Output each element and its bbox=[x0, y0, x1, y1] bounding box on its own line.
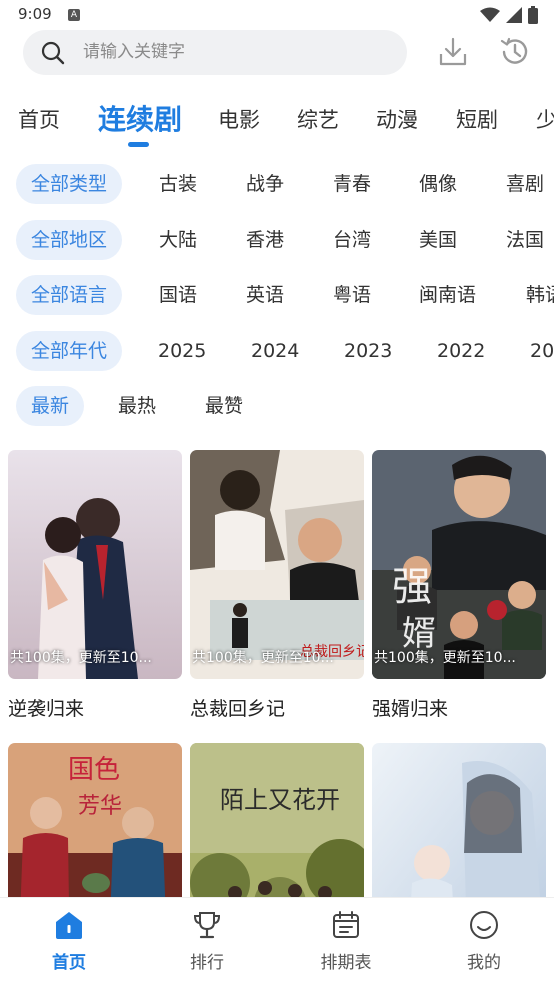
filter-chip[interactable]: 全部语言 bbox=[16, 275, 123, 315]
filter-chip[interactable]: 偶像 bbox=[419, 164, 457, 204]
filter-chip[interactable]: 2022 bbox=[437, 331, 485, 371]
sort-chip[interactable]: 最热 bbox=[118, 386, 156, 426]
filter-chip[interactable]: 2021 bbox=[530, 331, 554, 371]
sort-chip[interactable]: 最新 bbox=[16, 386, 85, 426]
card-title: 逆袭归来 bbox=[8, 698, 85, 720]
history-icon[interactable] bbox=[498, 35, 532, 69]
filter-chip[interactable]: 闽南语 bbox=[419, 275, 476, 315]
episode-count: 共100集，更新至10... bbox=[192, 650, 334, 666]
notification-icon: A bbox=[68, 9, 80, 21]
filter-chip[interactable]: 大陆 bbox=[159, 220, 197, 260]
filter-row-sort: 最新 最热 最赞 bbox=[0, 386, 554, 428]
tab-kids[interactable]: 少儿 bbox=[536, 104, 554, 134]
filter-chip[interactable]: 台湾 bbox=[333, 220, 371, 260]
filter-chip[interactable]: 粤语 bbox=[333, 275, 371, 315]
poster-image: 强 婿 共100集，更新至10... bbox=[372, 450, 546, 679]
sort-chip[interactable]: 最赞 bbox=[205, 386, 243, 426]
nav-label: 排期表 bbox=[320, 953, 372, 973]
calendar-icon bbox=[333, 911, 359, 938]
poster-title-art: 芳华 bbox=[78, 794, 122, 819]
smile-icon bbox=[470, 911, 498, 939]
nav-schedule[interactable]: 排期表 bbox=[296, 910, 396, 973]
filter-chip[interactable]: 战争 bbox=[246, 164, 284, 204]
download-icon[interactable] bbox=[437, 36, 469, 68]
nav-ranking[interactable]: 排行 bbox=[157, 910, 257, 973]
channel-tabs: 首页 连续剧 电影 综艺 动漫 短剧 少儿 bbox=[0, 92, 554, 152]
active-tab-indicator bbox=[128, 142, 149, 147]
battery-icon bbox=[528, 6, 538, 24]
filter-chip[interactable]: 青春 bbox=[333, 164, 371, 204]
signal-icon bbox=[506, 7, 522, 23]
search-icon bbox=[41, 41, 65, 65]
search-bar[interactable]: 请输入关键字 bbox=[23, 30, 407, 75]
filter-chip[interactable]: 全部地区 bbox=[16, 220, 123, 260]
filter-chip[interactable]: 韩语 bbox=[526, 275, 554, 315]
card-title: 总裁回乡记 bbox=[190, 698, 286, 720]
tab-short[interactable]: 短剧 bbox=[456, 104, 498, 134]
home-icon bbox=[56, 912, 82, 939]
filter-chip[interactable]: 国语 bbox=[159, 275, 197, 315]
nav-label: 排行 bbox=[190, 953, 224, 973]
nav-label: 我的 bbox=[467, 953, 501, 973]
tab-home[interactable]: 首页 bbox=[18, 104, 60, 134]
filter-chip[interactable]: 古装 bbox=[159, 164, 197, 204]
filter-row-type: 全部类型 古装 战争 青春 偶像 喜剧 bbox=[0, 164, 554, 206]
filter-chip[interactable]: 法国 bbox=[506, 220, 544, 260]
tab-variety[interactable]: 综艺 bbox=[297, 104, 339, 134]
filter-row-region: 全部地区 大陆 香港 台湾 美国 法国 bbox=[0, 220, 554, 262]
filter-chip[interactable]: 美国 bbox=[419, 220, 457, 260]
episode-count: 共100集，更新至10... bbox=[10, 650, 152, 666]
wifi-icon bbox=[480, 7, 500, 22]
filter-chip[interactable]: 喜剧 bbox=[506, 164, 544, 204]
poster-title-art: 陌上又花开 bbox=[220, 786, 340, 814]
poster-image: 共100集，更新至10... bbox=[8, 450, 182, 679]
filter-chip[interactable]: 2023 bbox=[344, 331, 392, 371]
filter-row-language: 全部语言 国语 英语 粤语 闽南语 韩语 bbox=[0, 275, 554, 317]
bottom-nav: 首页 排行 排期表 我的 bbox=[0, 897, 554, 985]
filter-chip[interactable]: 2024 bbox=[251, 331, 299, 371]
tab-anime[interactable]: 动漫 bbox=[376, 104, 418, 134]
filter-chip[interactable]: 英语 bbox=[246, 275, 284, 315]
filter-chip[interactable]: 全部类型 bbox=[16, 164, 123, 204]
filter-row-year: 全部年代 2025 2024 2023 2022 2021 bbox=[0, 331, 554, 373]
nav-home[interactable]: 首页 bbox=[19, 910, 119, 973]
card-title: 强婿归来 bbox=[372, 698, 449, 720]
filter-chip[interactable]: 2025 bbox=[158, 331, 206, 371]
tab-movie[interactable]: 电影 bbox=[218, 104, 260, 134]
poster-title-art: 强 bbox=[392, 564, 432, 610]
status-bar: 9:09 A bbox=[0, 0, 554, 30]
poster-image: 总裁回乡记 共100集，更新至10... bbox=[190, 450, 364, 679]
trophy-icon bbox=[193, 912, 221, 939]
tab-series[interactable]: 连续剧 bbox=[98, 98, 182, 138]
poster-title-art: 国色 bbox=[68, 755, 120, 785]
filter-chip[interactable]: 香港 bbox=[246, 220, 284, 260]
nav-label: 首页 bbox=[52, 953, 86, 973]
filter-chip[interactable]: 全部年代 bbox=[16, 331, 123, 371]
status-time: 9:09 bbox=[18, 5, 52, 23]
episode-count: 共100集，更新至10... bbox=[374, 650, 516, 666]
search-input[interactable]: 请输入关键字 bbox=[83, 30, 185, 75]
nav-mine[interactable]: 我的 bbox=[434, 910, 534, 973]
